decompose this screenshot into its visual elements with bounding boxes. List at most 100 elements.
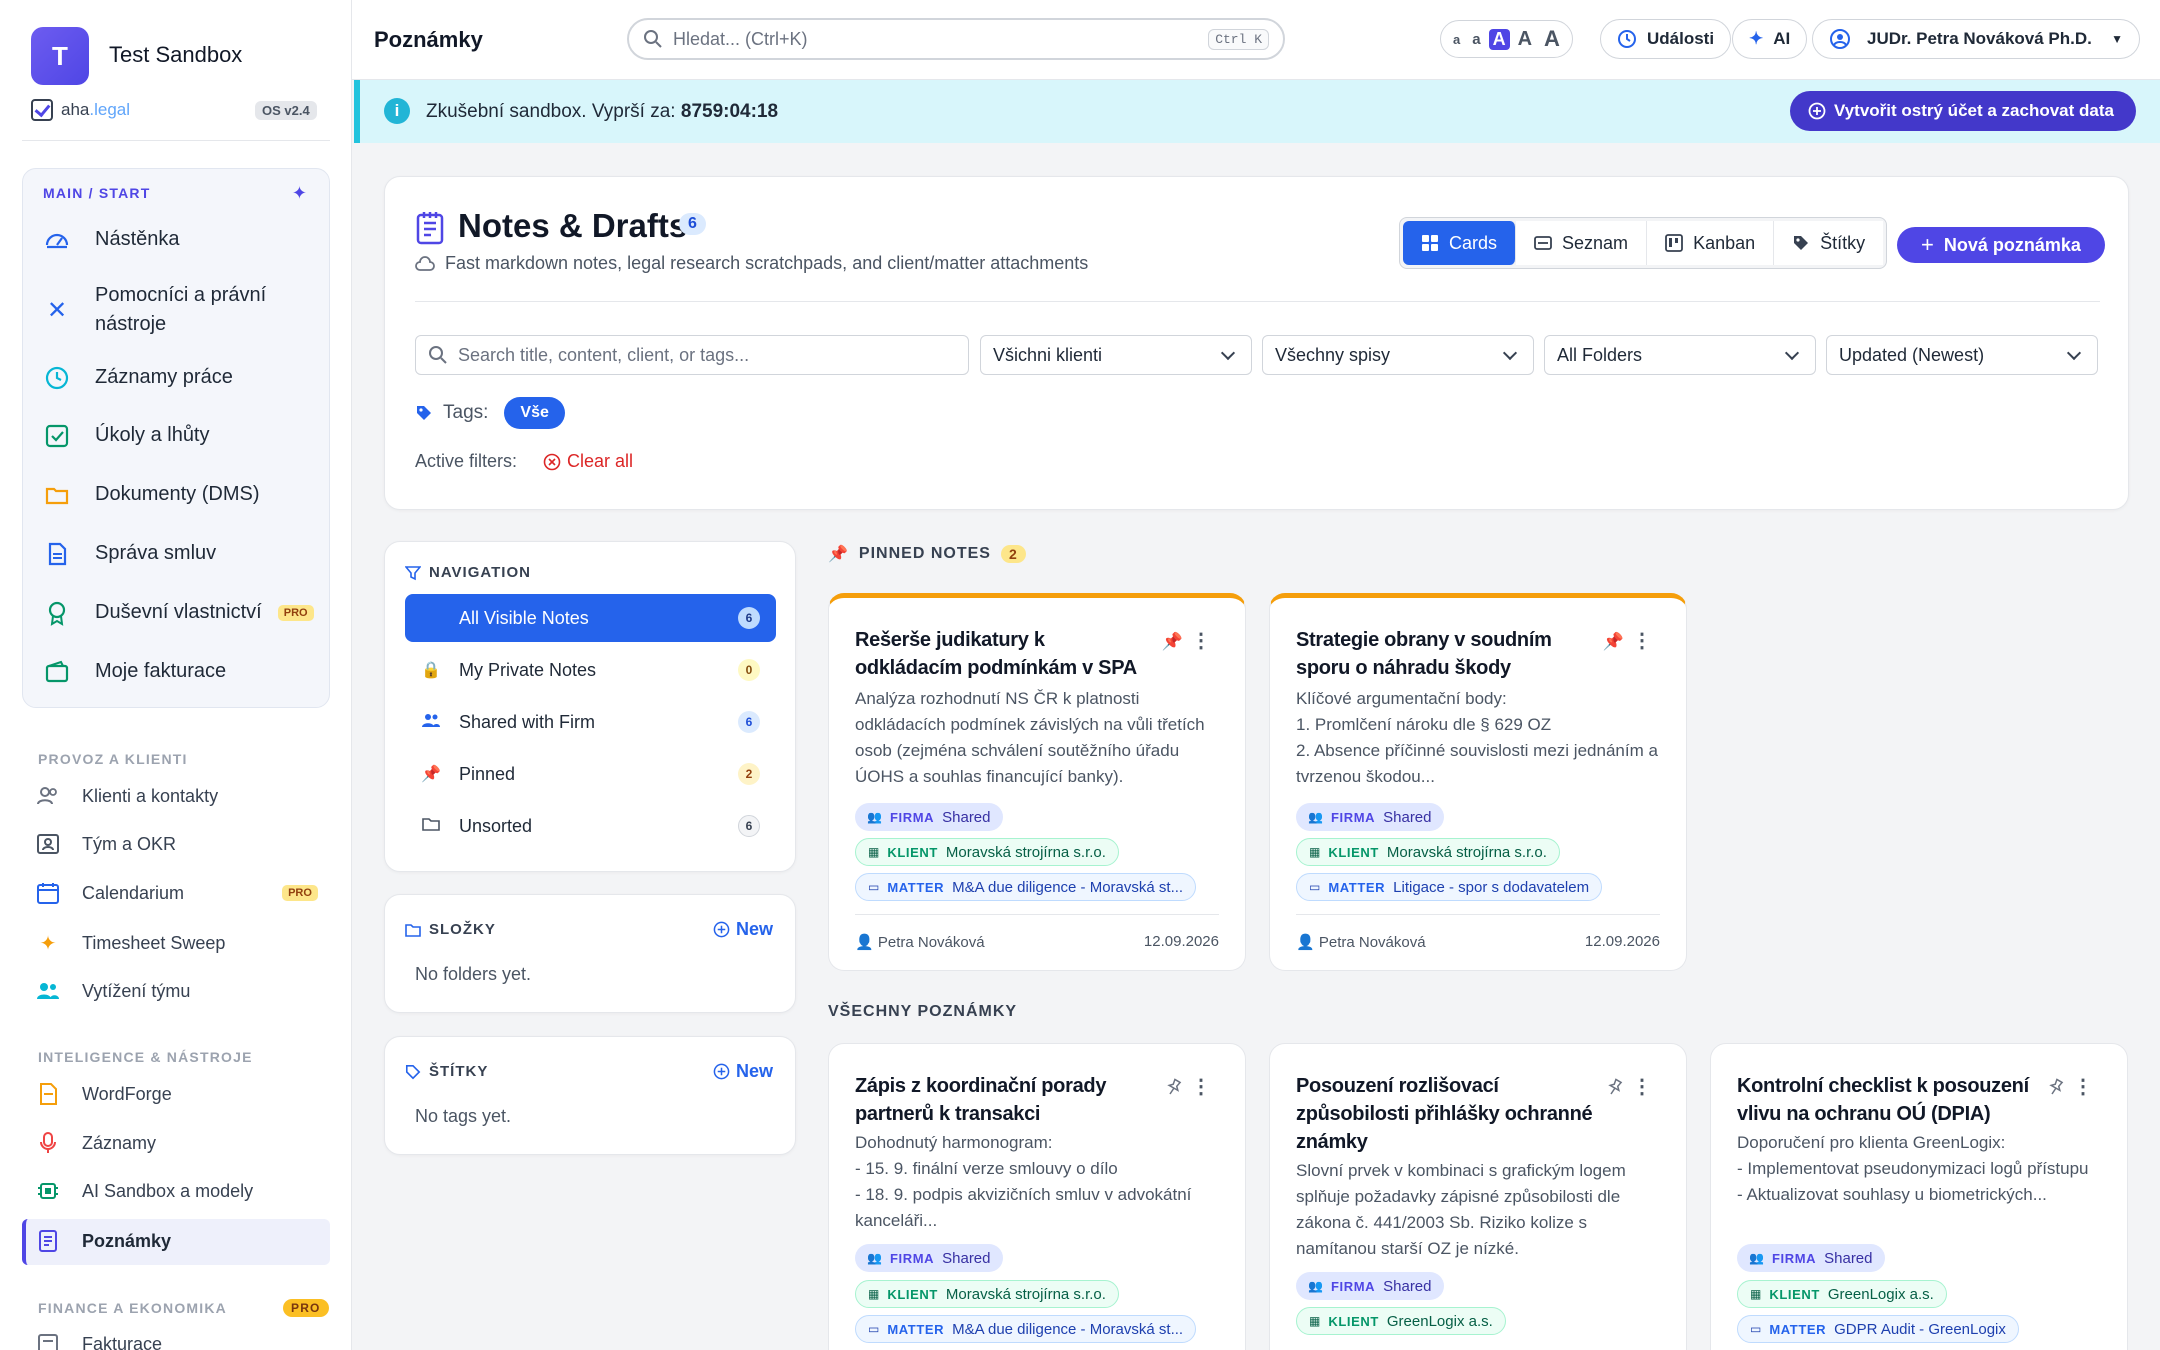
new-tag-button[interactable]: New <box>713 1061 773 1082</box>
author-name: Petra Nováková <box>1318 934 1426 951</box>
view-list-button[interactable]: Seznam <box>1516 221 1648 265</box>
more-options-icon[interactable]: ⋮ <box>1632 1074 1652 1099</box>
notes-title: Notes & Drafts <box>458 207 688 244</box>
sidebar-item-vytizeni[interactable]: Vytížení týmu <box>36 979 190 1003</box>
chip-value: Moravská strojírna s.r.o. <box>945 843 1106 861</box>
search-icon <box>644 30 662 48</box>
nav-shared-with-firm[interactable]: Shared with Firm 6 <box>405 698 776 746</box>
tags-empty-text: No tags yet. <box>415 1106 512 1126</box>
note-card[interactable]: Kontrolní checklist k posouzení vlivu na… <box>1710 1043 2128 1350</box>
navigation-title-text: NAVIGATION <box>429 564 531 581</box>
chip-key: MATTER <box>887 879 945 895</box>
create-account-button[interactable]: Vytvořit ostrý účet a zachovat data <box>1790 91 2136 131</box>
events-button[interactable]: Události <box>1600 19 1732 59</box>
chip-key: KLIENT <box>1328 844 1379 860</box>
font-size-xs[interactable]: a <box>1449 32 1464 47</box>
note-card[interactable]: Rešerše judikatury k odkládacím podmínká… <box>828 593 1246 971</box>
sidebar-item-label: Klienti a kontakty <box>82 785 219 806</box>
nav-pinned[interactable]: 📌 Pinned 2 <box>405 750 776 798</box>
new-note-button[interactable]: + Nová poznámka <box>1897 227 2105 263</box>
team-icon <box>36 979 60 1003</box>
global-search-input[interactable]: Hledat... (Ctrl+K) Ctrl K <box>627 18 1285 60</box>
view-cards-button[interactable]: Cards <box>1403 221 1517 265</box>
sidebar-item-tools[interactable]: ✕ Pomocníci a právní nástroje <box>43 281 303 339</box>
view-label: Seznam <box>1562 232 1629 253</box>
note-card[interactable]: Posouzení rozlišovací způsobilosti přihl… <box>1269 1043 1687 1350</box>
chip-key: FIRMA <box>1330 809 1376 825</box>
font-size-xl[interactable]: A <box>1540 26 1564 52</box>
tag-all-chip[interactable]: Vše <box>504 397 565 429</box>
more-options-icon[interactable]: ⋮ <box>2073 1074 2093 1099</box>
more-options-icon[interactable]: ⋮ <box>1191 628 1211 653</box>
sidebar-item-wordforge[interactable]: WordForge <box>36 1082 172 1106</box>
sparkle-icon[interactable]: ✦ <box>292 183 307 204</box>
sort-select[interactable]: Updated (Newest) <box>1826 335 2098 375</box>
view-tags-button[interactable]: Štítky <box>1774 221 1884 265</box>
folders-empty-text: No folders yet. <box>415 964 532 984</box>
nav-private-notes[interactable]: 🔒 My Private Notes 0 <box>405 646 776 694</box>
sidebar-item-fakturace[interactable]: Moje fakturace <box>43 657 226 686</box>
sparkle-icon: ✦ <box>39 932 57 955</box>
sidebar-item-label: Fakturace <box>82 1333 163 1350</box>
pro-badge: PRO <box>277 604 314 621</box>
trial-banner: i Zkušební sandbox. Vyprší za: 8759:04:1… <box>354 80 2160 143</box>
clear-all-button[interactable]: Clear all <box>543 451 633 472</box>
sidebar-item-tym-okr[interactable]: Tým a OKR <box>36 832 176 856</box>
pin-icon[interactable]: 📌 <box>1603 632 1624 652</box>
nav-all-visible-notes[interactable]: All Visible Notes 6 <box>405 594 776 642</box>
nav-unsorted[interactable]: Unsorted 6 <box>405 802 776 850</box>
sidebar-item-ai-sandbox[interactable]: AI Sandbox a modely <box>36 1179 253 1203</box>
org-logo[interactable]: T <box>31 27 89 85</box>
chip-value: Litigace - spor s dodavatelem <box>1393 878 1590 896</box>
pin-outline-icon[interactable] <box>1165 1078 1183 1101</box>
view-switcher: Cards Seznam Kanban Štítky <box>1399 217 1888 269</box>
folder-filter-select[interactable]: All Folders <box>1544 335 1816 375</box>
pin-outline-icon[interactable] <box>1606 1078 1624 1101</box>
matter-filter-select[interactable]: Všechny spisy <box>1262 335 1534 375</box>
client-filter-select[interactable]: Všichni klienti <box>980 335 1252 375</box>
note-card[interactable]: Zápis z koordinační porady partnerů k tr… <box>828 1043 1246 1350</box>
all-notes-section-title: VŠECHNY POZNÁMKY <box>828 1003 1018 1020</box>
divider <box>22 140 330 141</box>
active-filters-row: Active filters: Clear all <box>415 451 633 472</box>
subtitle-text: Fast markdown notes, legal research scra… <box>445 253 1089 273</box>
ai-button[interactable]: ✦ AI <box>1732 19 1808 59</box>
note-date: 12.09.2026 <box>1143 933 1219 950</box>
nav-label: Unsorted <box>459 815 533 836</box>
note-card[interactable]: Strategie obrany v soudním sporu o náhra… <box>1269 593 1687 971</box>
view-kanban-button[interactable]: Kanban <box>1647 221 1775 265</box>
sidebar-item-ukoly[interactable]: Úkoly a lhůty <box>43 421 210 450</box>
pin-outline-icon[interactable] <box>2047 1078 2065 1101</box>
sidebar-item-klienti[interactable]: Klienti a kontakty <box>36 784 218 808</box>
font-size-sm[interactable]: a <box>1468 31 1484 48</box>
search-placeholder: Hledat... (Ctrl+K) <box>673 28 808 49</box>
sidebar-item-timesheet-sweep[interactable]: ✦ Timesheet Sweep <box>36 931 226 955</box>
chip-value: Moravská strojírna s.r.o. <box>945 1285 1106 1303</box>
sidebar-item-fakturace-finance[interactable]: Fakturace <box>36 1332 162 1350</box>
sidebar-item-poznamky[interactable]: Poznámky <box>36 1229 171 1253</box>
user-menu[interactable]: JUDr. Petra Nováková Ph.D. ▼ <box>1812 19 2140 59</box>
calendar-icon <box>36 881 60 905</box>
more-options-icon[interactable]: ⋮ <box>1632 628 1652 653</box>
new-folder-button[interactable]: New <box>713 919 773 940</box>
more-options-icon[interactable]: ⋮ <box>1191 1074 1211 1099</box>
chip-value: Shared <box>942 808 991 826</box>
checkbox-icon <box>43 422 71 450</box>
sidebar-item-zaznamy-prace[interactable]: Záznamy práce <box>43 363 233 392</box>
sidebar-item-smlouvy[interactable]: Správa smluv <box>43 539 216 568</box>
font-size-lg[interactable]: A <box>1514 28 1536 51</box>
sidebar-item-nastenka[interactable]: Nástěnka <box>43 225 180 254</box>
sidebar-item-dokumenty[interactable]: Dokumenty (DMS) <box>43 480 259 509</box>
sidebar-item-calendarium[interactable]: Calendarium PRO <box>36 881 318 905</box>
new-tag-label: New <box>735 1061 773 1081</box>
group-title-provoz: PROVOZ A KLIENTI <box>38 751 188 767</box>
notes-search-input[interactable]: Search title, content, client, or tags..… <box>415 335 969 375</box>
pin-icon[interactable]: 📌 <box>1162 632 1183 652</box>
font-size-md[interactable]: A <box>1488 28 1510 50</box>
navigation-title: NAVIGATION <box>405 564 531 581</box>
sidebar-item-dusevni-vlastnictvi[interactable]: Duševní vlastnictví PRO <box>43 598 314 627</box>
client-chip: ▦ KLIENT GreenLogix a.s. <box>1737 1280 1947 1308</box>
sidebar-item-zaznamy[interactable]: Záznamy <box>36 1131 156 1155</box>
client-chip: ▦ KLIENT Moravská strojírna s.r.o. <box>1296 838 1560 866</box>
org-name[interactable]: Test Sandbox <box>109 42 242 68</box>
